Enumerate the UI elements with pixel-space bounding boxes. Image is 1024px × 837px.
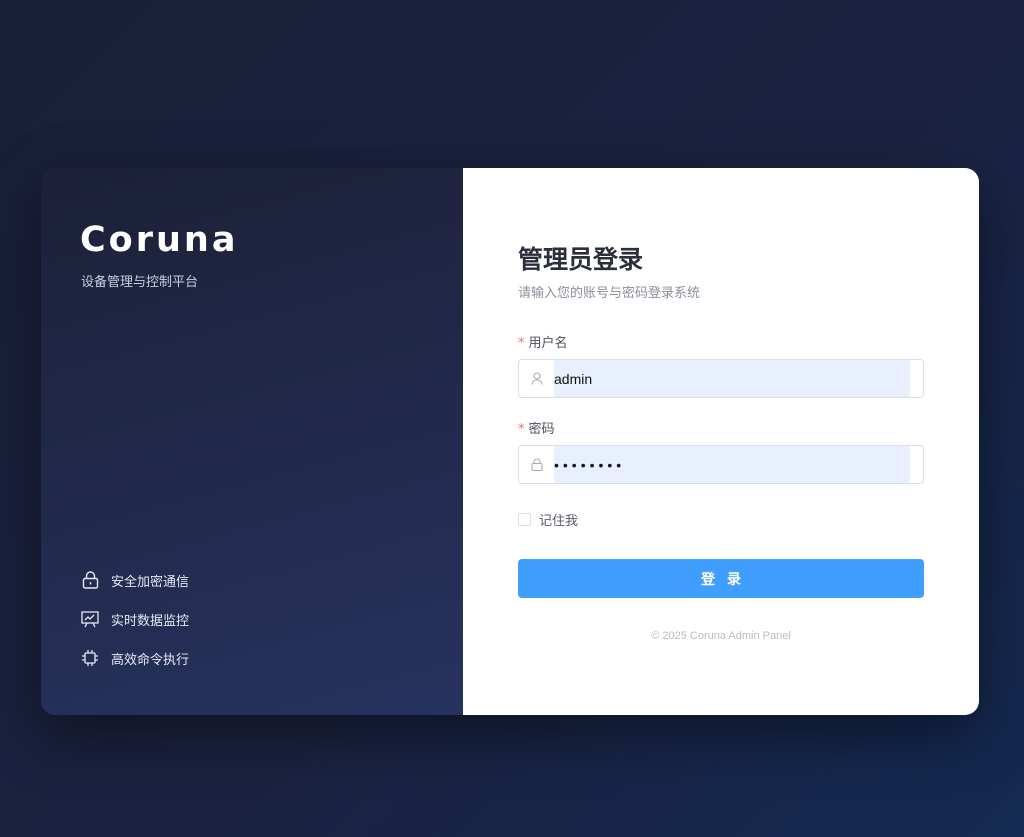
username-label-text: 用户名	[528, 336, 568, 351]
feature-item-monitor: 实时数据监控	[81, 609, 189, 629]
chart-board-icon	[81, 610, 99, 628]
page-title: 管理员登录	[518, 245, 644, 274]
required-mark: *	[518, 422, 525, 437]
brand-subtitle: 设备管理与控制平台	[81, 275, 199, 290]
username-field[interactable]: admin	[518, 359, 924, 398]
feature-label: 高效命令执行	[111, 652, 190, 668]
user-icon	[519, 360, 554, 397]
lock-icon	[81, 571, 99, 589]
chip-icon	[81, 649, 99, 667]
login-card: Coruna 设备管理与控制平台 安全加密通信 实时数据监控 高效命令执行 管理…	[41, 168, 979, 715]
remember-me[interactable]: 记住我	[518, 510, 578, 529]
lock-icon	[519, 446, 554, 483]
username-label: * 用户名	[518, 332, 568, 351]
brand-panel: Coruna 设备管理与控制平台 安全加密通信 实时数据监控 高效命令执行	[41, 168, 463, 715]
footer-copyright: © 2025 Coruna Admin Panel	[651, 630, 791, 642]
password-label: * 密码	[518, 418, 555, 437]
login-panel: 管理员登录 请输入您的账号与密码登录系统 * 用户名 admin * 密码 ••…	[463, 168, 979, 715]
brand-name: Coruna	[80, 220, 239, 260]
feature-label: 实时数据监控	[111, 613, 190, 629]
feature-item-secure: 安全加密通信	[81, 570, 189, 590]
password-field[interactable]: ••••••••	[518, 445, 924, 484]
feature-label: 安全加密通信	[111, 574, 190, 590]
remember-checkbox[interactable]	[518, 513, 531, 526]
remember-label: 记住我	[539, 514, 579, 529]
password-input[interactable]: ••••••••	[554, 446, 910, 483]
login-button[interactable]: 登录	[518, 559, 924, 598]
required-mark: *	[518, 336, 525, 351]
username-input[interactable]: admin	[554, 360, 910, 397]
password-label-text: 密码	[528, 422, 555, 437]
feature-list: 安全加密通信 实时数据监控 高效命令执行	[81, 570, 189, 687]
feature-item-command: 高效命令执行	[81, 648, 189, 668]
page-subtitle: 请输入您的账号与密码登录系统	[518, 286, 701, 301]
